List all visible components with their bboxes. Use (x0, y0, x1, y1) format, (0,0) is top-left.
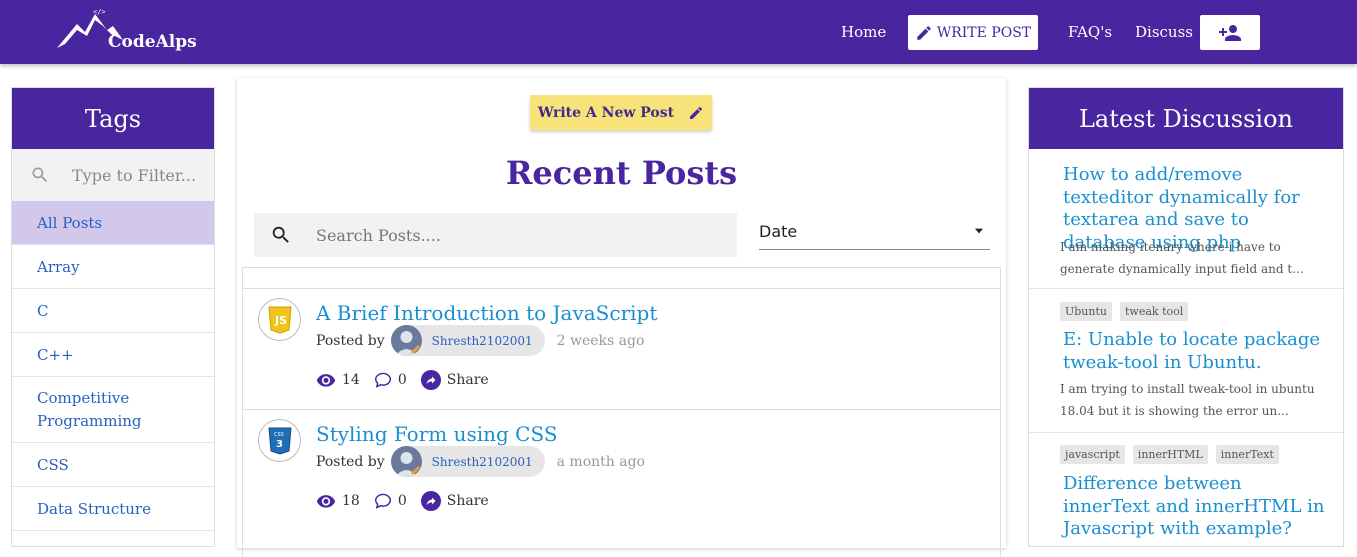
search-posts-input[interactable]: Search Posts.... (254, 213, 737, 257)
codealps-logo[interactable]: </> CodeAlps (55, 6, 197, 58)
latest-discussion-panel: Latest Discussion How to add/remove text… (1028, 87, 1344, 547)
post-time: a month ago (556, 453, 645, 470)
tag-item-all-posts[interactable]: All Posts (12, 201, 214, 245)
author-name: Shresth2102001 (431, 454, 533, 469)
discussion-item[interactable]: Ubuntu tweak tool E: Unable to locate pa… (1029, 289, 1343, 433)
share-icon (420, 370, 441, 390)
post-meta: Posted by Shresth2102001 2 weeks ago (316, 325, 644, 356)
discussion-tags: Ubuntu tweak tool (1060, 302, 1189, 321)
comments-count: 0 (397, 372, 407, 388)
write-new-post-button[interactable]: Write A New Post (530, 95, 712, 130)
post-title[interactable]: A Brief Introduction to JavaScript (316, 301, 657, 325)
tag-filter-placeholder: Type to Filter... (72, 165, 197, 185)
posted-by-label: Posted by (316, 332, 385, 349)
views-stat: 18 (316, 493, 360, 509)
share-icon (420, 491, 441, 511)
post-item[interactable]: JS A Brief Introduction to JavaScript Po… (243, 288, 1000, 409)
search-icon (32, 167, 48, 183)
comment-icon (374, 372, 391, 388)
tag-item-competitive-programming[interactable]: Competitive Programming (12, 377, 214, 443)
css3-icon: CSS 3 (258, 419, 301, 462)
post-stats: 14 0 Share (316, 370, 503, 390)
share-label: Share (446, 493, 489, 509)
svg-text:</>: </> (93, 8, 106, 16)
tag-item-cpp[interactable]: C++ (12, 333, 214, 377)
discussion-item[interactable]: How to add/remove texteditor dynamically… (1029, 149, 1343, 289)
views-count: 18 (342, 493, 360, 509)
eye-icon (316, 374, 336, 387)
comments-count: 0 (397, 493, 407, 509)
views-stat: 14 (316, 372, 360, 388)
author-name: Shresth2102001 (431, 333, 533, 348)
share-button[interactable]: Share (420, 491, 489, 511)
person-add-icon (1219, 24, 1241, 41)
posts-list: JS A Brief Introduction to JavaScript Po… (242, 267, 1001, 557)
pencil-icon (690, 106, 703, 119)
discussion-item-title[interactable]: Difference between innerText and innerHT… (1063, 473, 1333, 541)
eye-icon (316, 495, 336, 508)
javascript-icon: JS (258, 298, 301, 341)
search-posts-placeholder: Search Posts.... (316, 225, 441, 245)
tag-chip[interactable]: tweak tool (1120, 302, 1189, 321)
write-new-post-label: Write A New Post (537, 104, 675, 121)
post-stats: 18 0 Share (316, 491, 503, 511)
add-user-button[interactable] (1200, 15, 1260, 50)
author-chip[interactable]: Shresth2102001 (390, 325, 545, 356)
tags-panel: Tags Type to Filter... All Posts Array C… (11, 87, 215, 547)
sort-select-value: Date (759, 221, 798, 241)
nav-home[interactable]: Home (841, 23, 886, 41)
page-title: Recent Posts (505, 154, 738, 192)
top-navbar: </> CodeAlps Home WRITE POST FAQ's Discu… (0, 0, 1357, 64)
write-post-button[interactable]: WRITE POST (908, 15, 1038, 50)
write-post-label: WRITE POST (936, 24, 1032, 41)
svg-text:JS: JS (274, 314, 287, 327)
post-item[interactable]: CSS 3 Styling Form using CSS Posted by Sh… (243, 409, 1000, 530)
tag-chip[interactable]: innerHTML (1132, 445, 1208, 464)
recent-posts-card: Write A New Post Recent Posts Search Pos… (237, 78, 1006, 557)
discussion-item-title[interactable]: E: Unable to locate package tweak-tool i… (1063, 329, 1333, 374)
tag-filter-field[interactable]: Type to Filter... (12, 149, 214, 201)
discussion-title: Latest Discussion (1029, 88, 1343, 149)
pencil-icon (917, 25, 931, 40)
comments-stat: 0 (374, 372, 407, 388)
search-icon (272, 226, 289, 243)
share-label: Share (446, 372, 489, 388)
comment-icon (374, 493, 391, 509)
avatar (390, 446, 422, 477)
tag-chip[interactable]: Ubuntu (1060, 302, 1112, 321)
tag-chip[interactable]: innerText (1215, 445, 1279, 464)
svg-text:CSS: CSS (274, 432, 284, 438)
svg-text:3: 3 (276, 439, 283, 450)
views-count: 14 (342, 372, 360, 388)
tags-title: Tags (12, 88, 214, 149)
author-chip[interactable]: Shresth2102001 (390, 446, 545, 477)
discussion-item[interactable]: javascript innerHTML innerText Differenc… (1029, 433, 1343, 546)
post-time: 2 weeks ago (556, 332, 645, 349)
logo-text: CodeAlps (108, 32, 197, 52)
tag-item-array[interactable]: Array (12, 245, 214, 289)
discussion-item-excerpt: I am trying to install tweak-tool in ubu… (1060, 382, 1315, 418)
tag-chip[interactable]: javascript (1060, 445, 1125, 464)
post-meta: Posted by Shresth2102001 a month ago (316, 446, 645, 477)
nav-faqs[interactable]: FAQ's (1068, 23, 1112, 41)
tag-item-css[interactable]: CSS (12, 443, 214, 487)
tag-item-data-structure[interactable]: Data Structure (12, 487, 214, 531)
share-button[interactable]: Share (420, 370, 489, 390)
discussion-item-excerpt: I am making itenary where i have to gene… (1060, 240, 1304, 276)
nav-discuss[interactable]: Discuss (1135, 23, 1193, 41)
tag-item-c[interactable]: C (12, 289, 214, 333)
comments-stat: 0 (374, 493, 407, 509)
dropdown-arrow-icon (974, 228, 984, 234)
discussion-tags: javascript innerHTML innerText (1060, 445, 1279, 464)
post-title[interactable]: Styling Form using CSS (316, 422, 558, 446)
sort-select[interactable]: Date (759, 213, 990, 250)
avatar (390, 325, 422, 356)
posted-by-label: Posted by (316, 453, 385, 470)
